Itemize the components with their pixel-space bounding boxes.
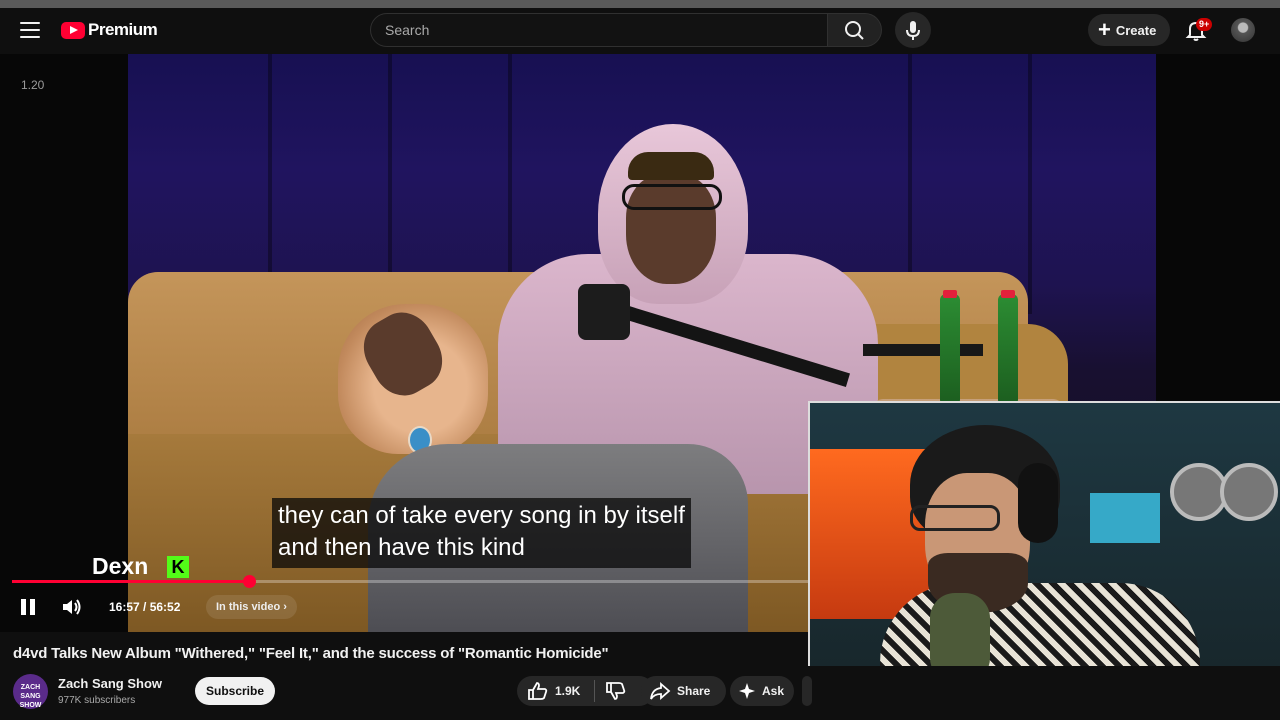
streamer-webcam [808, 401, 1280, 666]
ask-button[interactable]: Ask [730, 676, 794, 706]
channel-avatar[interactable]: ZACH SANG SHOW [13, 674, 48, 709]
youtube-premium-logo[interactable]: Premium [61, 20, 158, 40]
search-button[interactable] [828, 13, 882, 47]
microphone-icon [906, 21, 920, 40]
pause-button[interactable] [18, 597, 38, 617]
like-count[interactable]: 1.9K [555, 684, 580, 698]
caption-line-1: they can of take every song in by itself [278, 502, 685, 529]
share-label: Share [677, 684, 711, 698]
menu-icon[interactable] [20, 22, 40, 38]
like-dislike-group: 1.9K [517, 676, 654, 706]
video-title: d4vd Talks New Album "Withered," "Feel I… [13, 645, 609, 662]
sparkle-icon [739, 683, 755, 699]
fps-overlay: 1.20 [21, 78, 45, 92]
logo-text: Premium [88, 20, 158, 39]
time-display: 16:57 / 56:52 [109, 600, 181, 614]
streamer-name: Dexn [92, 553, 149, 579]
thumbs-up-icon[interactable] [527, 681, 549, 701]
share-button[interactable]: Share [641, 676, 726, 706]
thumbs-down-icon[interactable] [605, 681, 627, 701]
ask-label: Ask [762, 684, 785, 698]
caption-line-2: and then have this kind [278, 534, 525, 561]
search-icon [845, 21, 864, 40]
closed-captions: they can of take every song in by itself… [272, 498, 691, 568]
masthead: Premium Search + Create 9+ [0, 8, 1280, 54]
search-placeholder: Search [385, 22, 430, 38]
subscriber-count: 977K subscribers [58, 695, 136, 706]
create-label: Create [1115, 22, 1157, 38]
progress-played [12, 580, 250, 583]
notifications-badge: 9+ [1196, 18, 1213, 31]
kick-logo-icon: K [167, 556, 189, 578]
more-actions-button[interactable] [802, 676, 812, 706]
share-icon [650, 682, 671, 700]
volume-button[interactable] [60, 596, 84, 618]
channel-name[interactable]: Zach Sang Show [58, 676, 162, 691]
subscribe-button[interactable]: Subscribe [195, 677, 275, 705]
youtube-logo-icon [61, 21, 85, 39]
in-this-video-label: In this video [216, 601, 281, 613]
create-button[interactable]: + Create [1088, 14, 1170, 46]
volume-icon [63, 599, 81, 615]
plus-icon: + [1098, 17, 1111, 42]
search-input[interactable]: Search [370, 13, 828, 47]
voice-search-button[interactable] [895, 12, 931, 48]
in-this-video-button[interactable]: In this video › [206, 595, 297, 619]
account-avatar[interactable] [1231, 18, 1255, 42]
progress-bar[interactable] [12, 575, 808, 588]
window-top-strip [0, 0, 1280, 8]
chevron-right-icon: › [283, 601, 287, 613]
